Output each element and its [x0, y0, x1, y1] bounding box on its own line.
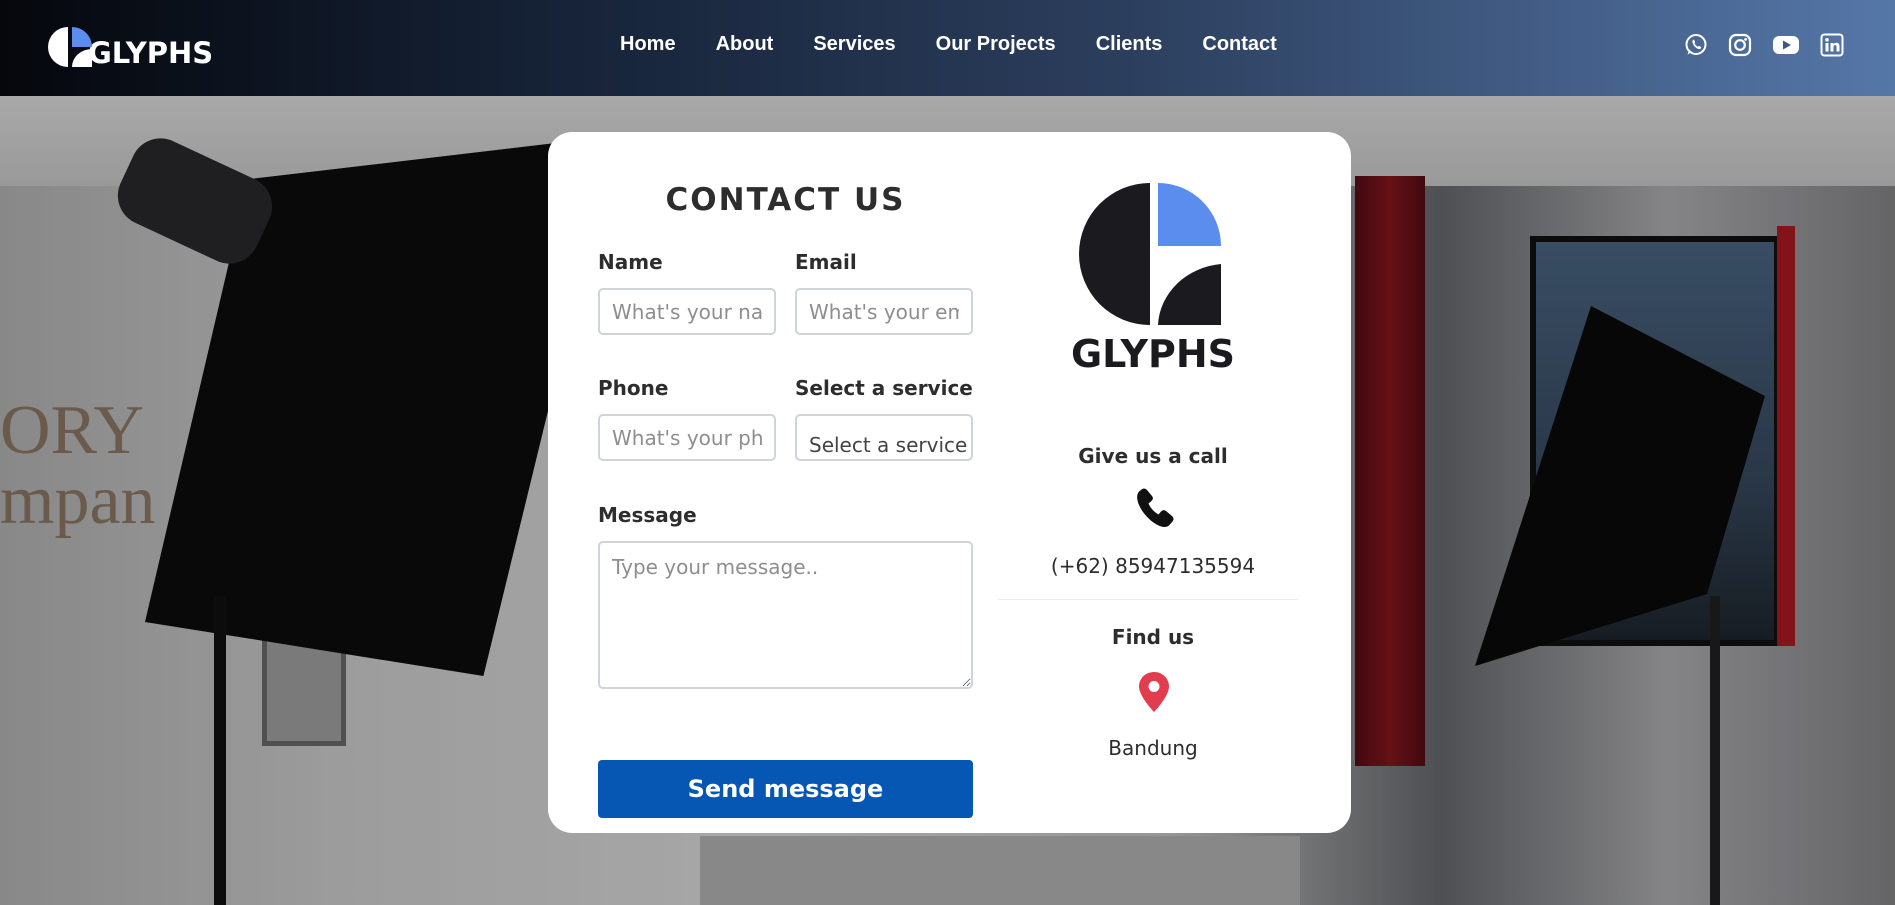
find-title: Find us — [1111, 625, 1195, 649]
glyphs-logo-icon — [48, 27, 92, 67]
brand-name: GLYPHS — [88, 36, 214, 70]
service-label: Select a service — [795, 376, 973, 400]
service-select[interactable]: Select a service — [795, 414, 973, 461]
nav-services[interactable]: Services — [813, 33, 895, 56]
glyphs-logo-icon — [1079, 183, 1221, 325]
location-text[interactable]: Bandung — [998, 736, 1308, 760]
email-label: Email — [795, 250, 857, 274]
social-links — [1684, 33, 1844, 57]
phone-icon — [1137, 488, 1174, 528]
send-message-button[interactable]: Send message — [598, 760, 973, 818]
phone-label: Phone — [598, 376, 669, 400]
instagram-icon[interactable] — [1728, 33, 1752, 57]
nav-clients[interactable]: Clients — [1096, 33, 1163, 56]
message-textarea[interactable] — [598, 541, 973, 689]
linkedin-icon[interactable] — [1820, 33, 1844, 57]
youtube-icon[interactable] — [1772, 33, 1800, 57]
nav-contact[interactable]: Contact — [1202, 33, 1276, 56]
nav-our-projects[interactable]: Our Projects — [936, 33, 1056, 56]
phone-number[interactable]: (+62) 85947135594 — [998, 554, 1308, 578]
site-header: GLYPHS Home About Services Our Projects … — [0, 0, 1895, 96]
brand-logo-link[interactable]: GLYPHS — [48, 24, 213, 70]
info-divider — [998, 599, 1298, 600]
contact-card: CONTACT US Name Email Phone Select a ser… — [548, 132, 1351, 833]
phone-input[interactable] — [598, 414, 776, 461]
service-select-value: Select a service — [809, 433, 968, 457]
name-input[interactable] — [598, 288, 776, 335]
nav-about[interactable]: About — [716, 33, 774, 56]
info-brand-name: GLYPHS — [1070, 332, 1236, 376]
name-label: Name — [598, 250, 663, 274]
contact-title: CONTACT US — [665, 182, 906, 218]
main-nav: Home About Services Our Projects Clients… — [620, 33, 1317, 56]
nav-home[interactable]: Home — [620, 33, 676, 56]
message-label: Message — [598, 503, 697, 527]
email-input[interactable] — [795, 288, 973, 335]
call-title: Give us a call — [1078, 444, 1228, 468]
whatsapp-icon[interactable] — [1684, 33, 1708, 57]
location-pin-icon — [1139, 672, 1169, 712]
